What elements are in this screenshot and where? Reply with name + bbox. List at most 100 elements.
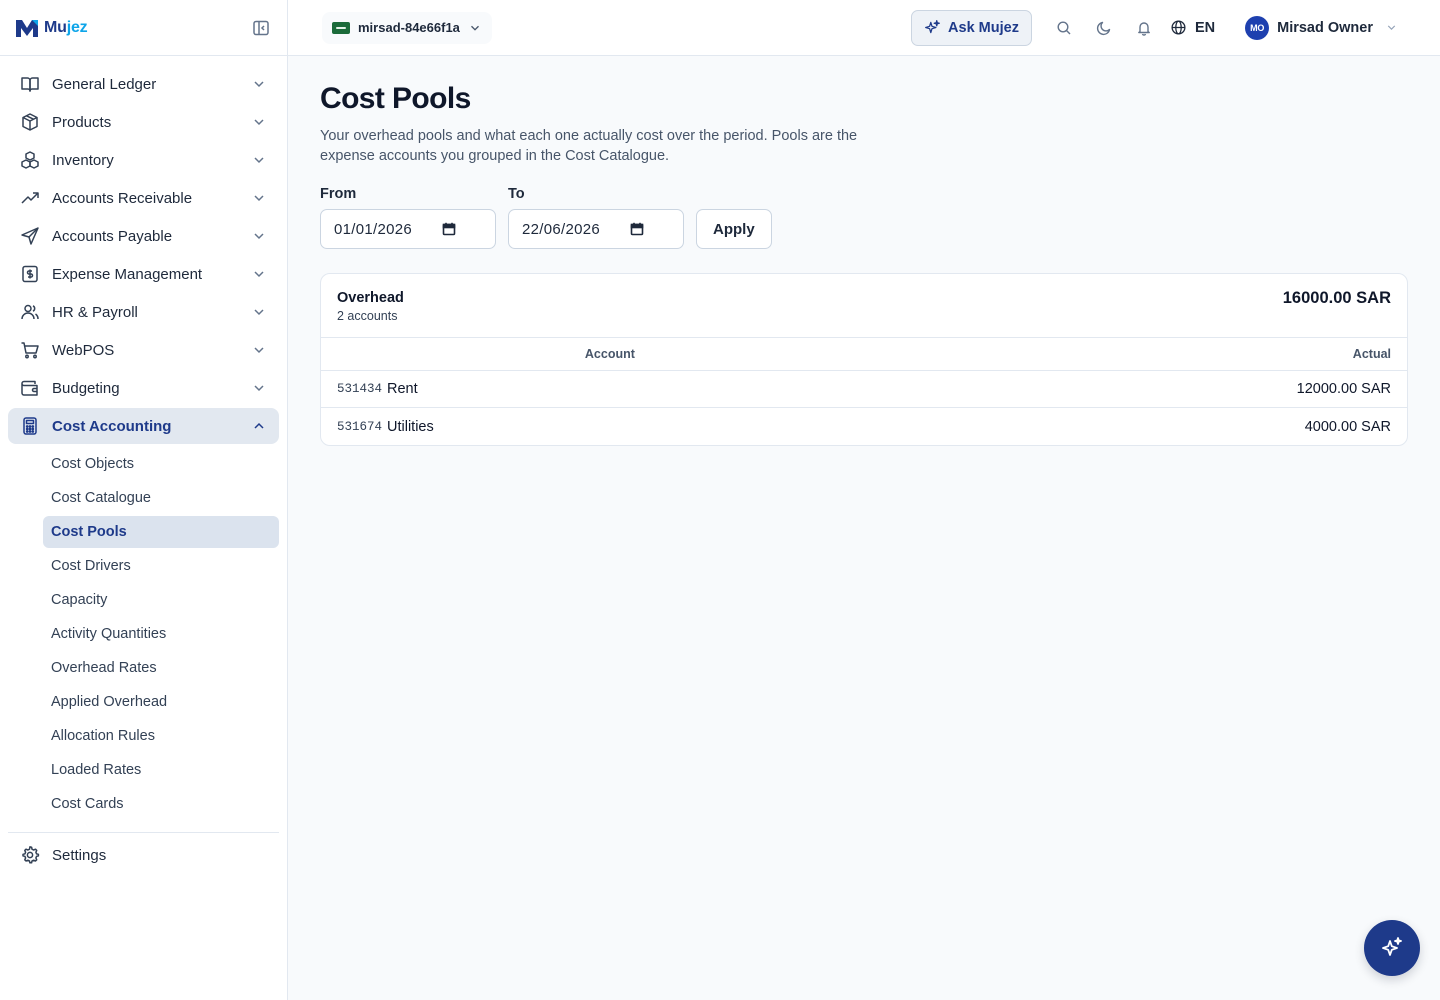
sidebar-item-accounts-receivable[interactable]: Accounts Receivable	[8, 180, 279, 216]
subnav-item-activity-quantities[interactable]: Activity Quantities	[43, 618, 279, 650]
sidebar-item-label: Cost Accounting	[52, 417, 172, 435]
sparkles-icon	[925, 20, 940, 34]
sidebar-item-products[interactable]: Products	[8, 104, 279, 140]
user-menu[interactable]: MO Mirsad Owner	[1245, 15, 1398, 40]
sidebar-item-label: General Ledger	[52, 75, 157, 93]
subnav-item-applied-overhead[interactable]: Applied Overhead	[43, 686, 279, 718]
book-icon	[20, 74, 40, 94]
ask-mujez-button[interactable]: Ask Mujez	[911, 9, 1032, 46]
table-header: Account Actual	[321, 338, 1407, 371]
language-switcher[interactable]: EN	[1170, 19, 1215, 36]
chevron-down-icon	[1385, 21, 1398, 34]
chevron-up-icon	[251, 418, 267, 434]
calendar-icon[interactable]	[441, 221, 457, 237]
notifications-button[interactable]	[1124, 10, 1164, 46]
app-logo[interactable]: Mujez	[14, 17, 88, 39]
account-actual: 12000.00 SAR	[1296, 381, 1391, 397]
to-field-group: To 22/06/2026	[508, 186, 684, 249]
sidebar-item-general-ledger[interactable]: General Ledger	[8, 66, 279, 102]
sidebar-item-budgeting[interactable]: Budgeting	[8, 370, 279, 406]
chevron-down-icon	[251, 304, 267, 320]
sidebar-item-cost-accounting[interactable]: Cost Accounting	[8, 408, 279, 444]
chevron-down-icon	[251, 342, 267, 358]
subnav-item-loaded-rates[interactable]: Loaded Rates	[43, 754, 279, 786]
sidebar-divider	[8, 832, 279, 833]
cart-icon	[20, 340, 40, 360]
sidebar-item-expense-management[interactable]: Expense Management	[8, 256, 279, 292]
sidebar: Mujez General Ledger Products Inventory …	[0, 0, 288, 1000]
main-content: Cost Pools Your overhead pools and what …	[288, 56, 1440, 1000]
from-date-value: 01/01/2026	[334, 220, 413, 238]
bell-icon	[1138, 21, 1150, 36]
chevron-down-icon	[251, 190, 267, 206]
subnav-item-overhead-rates[interactable]: Overhead Rates	[43, 652, 279, 684]
cost-pool-accounts-count: 2 accounts	[337, 309, 398, 323]
box-icon	[20, 112, 40, 132]
send-icon	[20, 226, 40, 246]
chevron-down-icon	[251, 114, 267, 130]
subnav-item-allocation-rules[interactable]: Allocation Rules	[43, 720, 279, 752]
org-name: mirsad-84e66f1a	[358, 20, 460, 35]
saudi-flag-icon	[332, 21, 350, 34]
subnav-item-cost-cards[interactable]: Cost Cards	[43, 788, 279, 820]
page-title: Cost Pools	[320, 82, 471, 115]
sidebar-item-accounts-payable[interactable]: Accounts Payable	[8, 218, 279, 254]
chevron-down-icon	[251, 76, 267, 92]
page-description: Your overhead pools and what each one ac…	[320, 128, 858, 164]
from-label: From	[320, 186, 357, 202]
cost-pool-header: Overhead 2 accounts 16000.00 SAR	[321, 274, 1407, 338]
to-label: To	[508, 186, 525, 202]
sparkles-icon	[1382, 937, 1402, 956]
table-row: 531674 Utilities 4000.00 SAR	[321, 408, 1407, 445]
cost-pool-info: Overhead 2 accounts	[337, 290, 404, 337]
calendar-icon[interactable]	[629, 221, 645, 237]
account-actual: 4000.00 SAR	[1304, 418, 1391, 435]
globe-icon	[1171, 20, 1186, 35]
column-header-actual: Actual	[1352, 347, 1391, 361]
subnav-item-cost-catalogue[interactable]: Cost Catalogue	[43, 482, 279, 514]
subnav-item-cost-objects[interactable]: Cost Objects	[43, 448, 279, 480]
from-field-group: From 01/01/2026	[320, 186, 496, 249]
sidebar-item-label: Budgeting	[52, 379, 120, 397]
chevron-down-icon	[251, 152, 267, 168]
sidebar-item-label: Expense Management	[52, 265, 203, 283]
to-date-input[interactable]: 22/06/2026	[508, 209, 684, 249]
sidebar-item-settings[interactable]: Settings	[8, 837, 279, 873]
sidebar-item-inventory[interactable]: Inventory	[8, 142, 279, 178]
subnav-item-cost-pools[interactable]: Cost Pools	[43, 516, 279, 548]
apply-button[interactable]: Apply	[696, 209, 772, 249]
collapse-sidebar-icon[interactable]	[251, 18, 271, 38]
search-button[interactable]	[1044, 10, 1084, 46]
account-name: Rent	[387, 381, 418, 397]
theme-toggle-button[interactable]	[1084, 10, 1124, 46]
sidebar-item-webpos[interactable]: WebPOS	[8, 332, 279, 368]
language-label: EN	[1194, 19, 1216, 36]
chevron-down-icon	[251, 266, 267, 282]
subnav-item-capacity[interactable]: Capacity	[43, 584, 279, 616]
chevron-down-icon	[251, 380, 267, 396]
to-date-value: 22/06/2026	[522, 220, 601, 238]
cost-accounting-subnav: Cost Objects Cost Catalogue Cost Pools C…	[8, 446, 279, 826]
ai-assistant-fab[interactable]	[1364, 920, 1420, 976]
mujez-logo-icon	[16, 19, 38, 37]
sidebar-item-label: Inventory	[52, 151, 114, 169]
sidebar-item-label: Accounts Receivable	[52, 189, 193, 207]
sidebar-item-label: Products	[52, 113, 112, 131]
date-filters: From 01/01/2026 To 22/06/2026 Apply	[320, 186, 1408, 249]
user-name: Mirsad Owner	[1277, 19, 1373, 36]
sidebar-item-hr-payroll[interactable]: HR & Payroll	[8, 294, 279, 330]
chevron-down-icon	[251, 228, 267, 244]
topbar: mirsad-84e66f1a Ask Mujez EN MO Mirsad O…	[288, 0, 1440, 56]
moon-icon	[1096, 21, 1111, 35]
account-name: Utilities	[387, 418, 434, 435]
from-date-input[interactable]: 01/01/2026	[320, 209, 496, 249]
search-icon	[1057, 20, 1071, 34]
account-code: 531674	[337, 419, 383, 434]
users-icon	[20, 302, 40, 322]
wallet-icon	[20, 378, 40, 398]
subnav-item-cost-drivers[interactable]: Cost Drivers	[43, 550, 279, 582]
sidebar-item-label: WebPOS	[52, 341, 115, 359]
table-row: 531434 Rent 12000.00 SAR	[321, 371, 1407, 408]
column-header-account: Account	[584, 347, 635, 361]
org-switcher[interactable]: mirsad-84e66f1a	[322, 11, 492, 44]
